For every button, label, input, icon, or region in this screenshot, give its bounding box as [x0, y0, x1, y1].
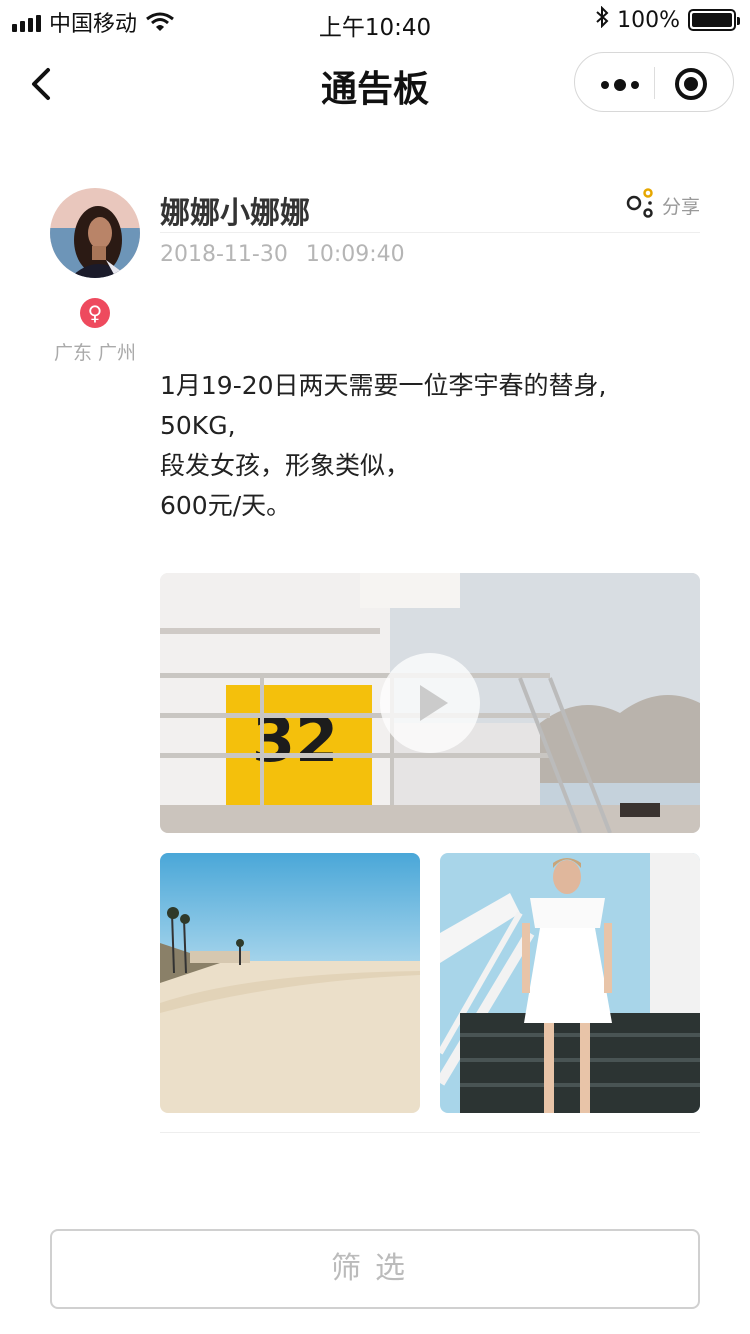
post-text-line: 段发女孩，形象类似， [160, 451, 411, 480]
battery-icon [688, 9, 740, 31]
divider [160, 232, 700, 233]
filter-button[interactable]: 筛选 [50, 1229, 700, 1309]
mini-program-capsule [574, 52, 734, 112]
capsule-divider [654, 67, 655, 99]
nav-bar: 通告板 [0, 40, 750, 128]
post-text-line: 50KG, [160, 411, 236, 440]
target-icon[interactable] [675, 68, 707, 100]
post-text-line: 1月19-20日两天需要一位李宇春的替身, [160, 371, 607, 400]
status-bar: 中国移动 上午10:40 100% [0, 0, 750, 41]
share-label: 分享 [661, 195, 700, 218]
post-time: 10:09:40 [305, 242, 405, 267]
more-icon[interactable] [601, 79, 639, 91]
post-timestamp: 2018-11-30 10:09:40 [160, 242, 405, 267]
bluetooth-icon [595, 5, 609, 34]
beach-photo[interactable] [160, 853, 420, 1113]
battery-percent: 100% [617, 7, 680, 33]
share-icon [626, 188, 656, 222]
post-date: 2018-11-30 [160, 242, 288, 267]
status-right: 100% [595, 5, 740, 34]
avatar[interactable] [50, 188, 140, 278]
female-icon: ♀ [80, 298, 110, 328]
post-text-line: 600元/天。 [160, 491, 292, 520]
post-content: 1月19-20日两天需要一位李宇春的替身, 50KG, 段发女孩，形象类似， 6… [160, 366, 700, 526]
divider [160, 1132, 700, 1133]
white-dress-photo[interactable] [440, 853, 700, 1113]
username[interactable]: 娜娜小娜娜 [160, 188, 310, 232]
location: 广东 广州 [53, 342, 137, 364]
battery-fill [692, 13, 732, 27]
lifeguard-tower-video[interactable]: 32 [160, 573, 700, 833]
share-button[interactable]: 分享 [626, 188, 700, 222]
play-icon[interactable] [380, 653, 480, 753]
